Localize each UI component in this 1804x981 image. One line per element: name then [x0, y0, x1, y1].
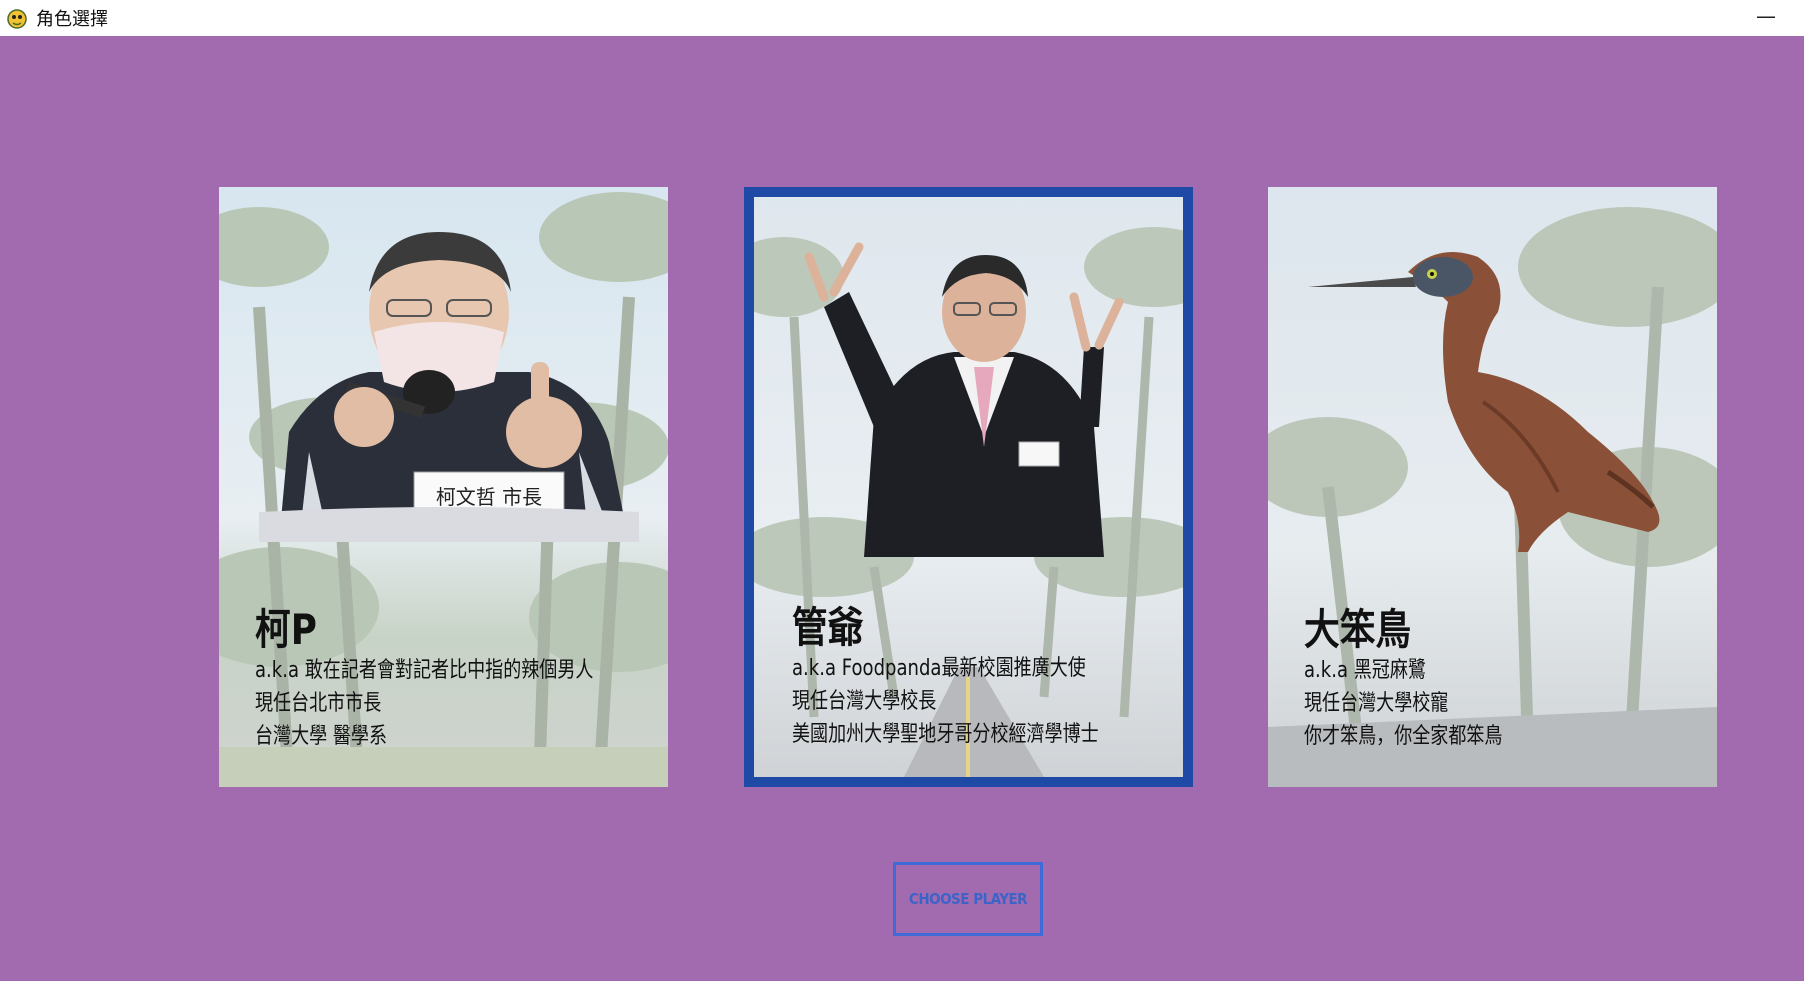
- character-desc-line: a.k.a 敢在記者會對記者比中指的辣個男人: [255, 658, 594, 683]
- character-desc-line: 現任台灣大學校長: [792, 689, 937, 714]
- kuan-portrait: [804, 237, 1134, 557]
- character-desc-line: 你才笨鳥，你全家都笨鳥: [1304, 724, 1503, 749]
- character-name: 大笨鳥: [1304, 605, 1412, 654]
- minimize-button[interactable]: —: [1754, 4, 1778, 28]
- title-bar: 角色選擇 —: [0, 0, 1804, 36]
- ko-p-nameplate-text: 柯文哲 市長: [436, 485, 542, 509]
- character-name: 管爺: [792, 603, 864, 652]
- ko-p-portrait: 柯文哲 市長: [259, 232, 639, 542]
- window-title: 角色選擇: [36, 9, 108, 30]
- character-desc-line: 美國加州大學聖地牙哥分校經濟學博士: [792, 722, 1099, 747]
- card-text-kuan: 管爺 a.k.a Foodpanda最新校園推廣大使 現任台灣大學校長 美國加州…: [792, 604, 1166, 751]
- black-crowned-bird-portrait: [1308, 232, 1678, 562]
- character-desc-line: a.k.a Foodpanda最新校園推廣大使: [792, 656, 1086, 681]
- character-name: 柯P: [255, 605, 317, 654]
- character-select-window: 角色選擇 — 柯文哲 市長 柯P a.k.a 敢在記者會對記者比中指的辣個男人 …: [0, 0, 1804, 981]
- card-text-big-bird: 大笨鳥 a.k.a 黑冠麻鷺 現任台灣大學校寵 你才笨鳥，你全家都笨鳥: [1304, 606, 1546, 753]
- character-card-ko-p[interactable]: 柯文哲 市長 柯P a.k.a 敢在記者會對記者比中指的辣個男人 現任台北市市長…: [219, 187, 668, 787]
- card-text-ko-p: 柯P a.k.a 敢在記者會對記者比中指的辣個男人 現任台北市市長 台灣大學 醫…: [255, 606, 668, 753]
- character-card-kuan[interactable]: 管爺 a.k.a Foodpanda最新校園推廣大使 現任台灣大學校長 美國加州…: [744, 187, 1193, 787]
- character-desc-line: a.k.a 黑冠麻鷺: [1304, 658, 1426, 683]
- choose-player-button[interactable]: CHOOSE PLAYER: [893, 862, 1043, 936]
- character-desc-line: 現任台灣大學校寵: [1304, 691, 1449, 716]
- character-desc-line: 台灣大學 醫學系: [255, 724, 388, 749]
- snake-game-icon: [6, 7, 28, 29]
- character-desc-line: 現任台北市市長: [255, 691, 382, 716]
- character-card-big-bird[interactable]: 大笨鳥 a.k.a 黑冠麻鷺 現任台灣大學校寵 你才笨鳥，你全家都笨鳥: [1268, 187, 1717, 787]
